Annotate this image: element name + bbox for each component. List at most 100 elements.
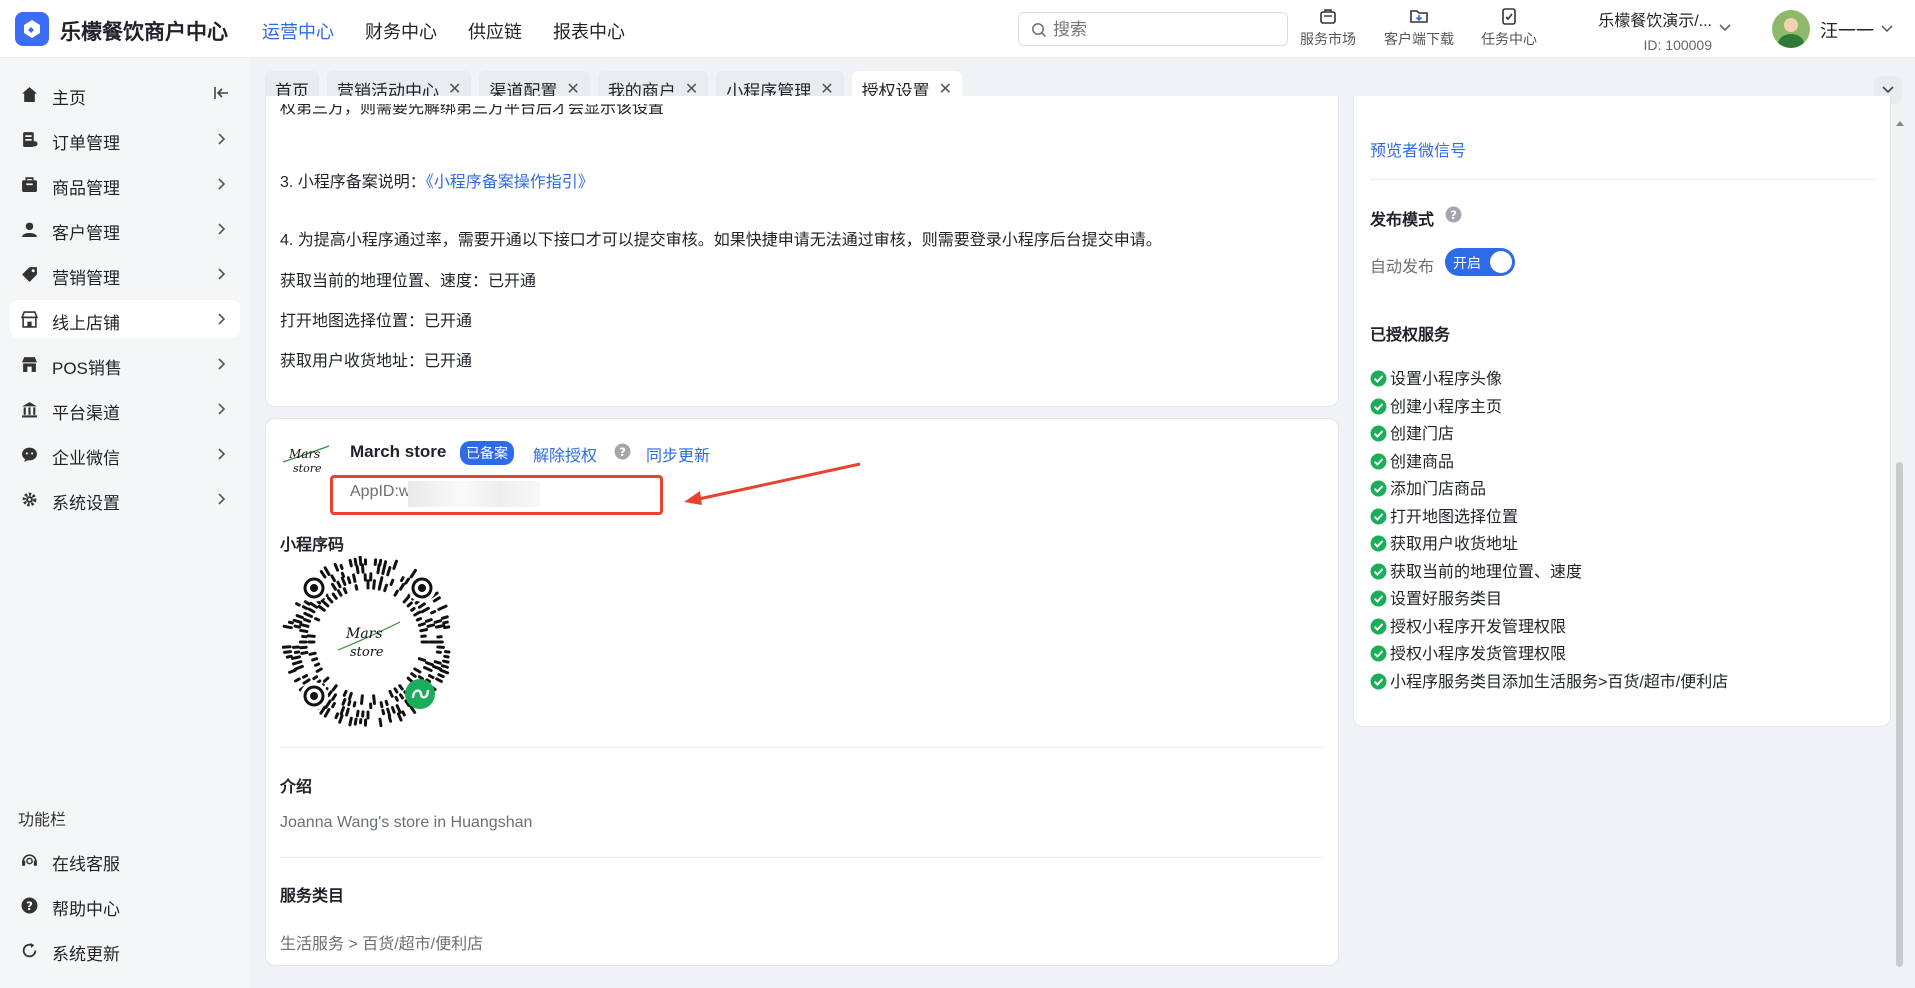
svg-text:?: ? <box>1450 208 1457 222</box>
authorized-service-item: 创建门店 <box>1370 420 1454 444</box>
sidebar-item-online-store[interactable]: 线上店铺 <box>10 300 240 338</box>
pos-icon <box>22 357 37 372</box>
auto-publish-toggle[interactable]: 开启 <box>1445 248 1515 276</box>
bank-icon <box>22 402 37 418</box>
sidebar-item-label: 系统设置 <box>52 494 120 513</box>
app-logo-icon[interactable] <box>15 12 49 46</box>
intro-text: Joanna Wang's store in Huangshan <box>280 814 533 831</box>
notes-cut-line: 权第三方，则需要先解绑第三方平台后才会显示该设置 <box>280 104 665 117</box>
scrollbar-thumb[interactable] <box>1896 462 1903 967</box>
interface-status: 打开地图选择位置：已开通 <box>280 313 473 330</box>
top-nav-supply[interactable]: 供应链 <box>468 18 522 44</box>
qr-code-title: 小程序码 <box>280 537 345 554</box>
sidebar-item-wechat-work[interactable]: 企业微信 <box>10 435 240 473</box>
sidebar-item-settings[interactable]: 系统设置 <box>10 480 240 518</box>
check-circle-icon <box>1370 370 1387 387</box>
divider <box>280 857 1324 858</box>
chevron-down-icon[interactable] <box>1880 21 1894 35</box>
chevron-right-icon <box>218 268 226 280</box>
help-icon[interactable]: ? <box>1445 206 1462 223</box>
search-input[interactable] <box>1053 19 1273 41</box>
authorized-service-item: 创建商品 <box>1370 448 1454 472</box>
wechat-work-icon <box>22 447 37 462</box>
authorized-service-item: 设置好服务类目 <box>1370 585 1502 609</box>
sidebar-tool-online-service[interactable]: 在线客服 <box>10 841 240 879</box>
auto-publish-label: 自动发布 <box>1370 259 1435 276</box>
client-download-button[interactable]: 客户端下载 <box>1384 6 1454 49</box>
service-market-button[interactable]: 服务市场 <box>1300 6 1356 49</box>
authorized-service-item: 打开地图选择位置 <box>1370 503 1518 527</box>
chevron-right-icon <box>218 358 226 370</box>
sidebar-item-orders[interactable]: 订单管理 <box>10 120 240 158</box>
merchant-id: ID: 100009 <box>1643 37 1713 53</box>
help-icon: ? <box>21 897 38 914</box>
authorized-services-title: 已授权服务 <box>1370 327 1451 344</box>
check-circle-icon <box>1370 618 1387 634</box>
check-circle-icon <box>1370 563 1387 579</box>
tag-icon <box>22 267 37 282</box>
app-title: 乐檬餐饮商户中心 <box>60 21 228 44</box>
user-name[interactable]: 汪一一 <box>1820 17 1874 43</box>
sidebar-item-pos[interactable]: POS销售 <box>10 345 240 383</box>
sidebar-item-platform[interactable]: 平台渠道 <box>10 390 240 428</box>
sidebar-item-goods[interactable]: 商品管理 <box>10 165 240 203</box>
authorized-service-item: 添加门店商品 <box>1370 475 1486 499</box>
goods-icon <box>22 177 37 192</box>
store-name: March store <box>350 442 447 461</box>
client-download-icon <box>1410 10 1428 23</box>
sidebar-item-customers[interactable]: 客户管理 <box>10 210 240 248</box>
task-center-label: 任务中心 <box>1481 31 1537 47</box>
chevron-down-icon <box>1882 86 1894 94</box>
svg-text:?: ? <box>619 445 626 459</box>
top-nav-ops[interactable]: 运营中心 <box>262 18 334 44</box>
service-market-icon <box>1320 9 1336 24</box>
sidebar-item-label: 营销管理 <box>52 269 120 288</box>
avatar[interactable] <box>1772 10 1810 48</box>
order-icon <box>23 132 38 147</box>
merchant-switcher[interactable]: 乐檬餐饮演示/... ID: 100009 <box>1586 7 1712 53</box>
task-center-icon <box>1502 8 1516 25</box>
search-box[interactable] <box>1018 12 1288 46</box>
sidebar-section-label: 功能栏 <box>18 812 67 829</box>
authorized-service-item: 设置小程序头像 <box>1370 365 1502 389</box>
merchant-name: 乐檬餐饮演示/... <box>1598 13 1712 30</box>
scroll-up-icon[interactable] <box>1895 119 1905 127</box>
filed-badge: 已备案 <box>460 441 514 465</box>
client-download-label: 客户端下载 <box>1384 31 1454 47</box>
check-circle-icon <box>1370 645 1387 662</box>
sidebar-item-label: 主页 <box>52 89 86 108</box>
sidebar-item-marketing[interactable]: 营销管理 <box>10 255 240 293</box>
top-bar: 乐檬餐饮商户中心 运营中心 财务中心 供应链 报表中心 服务市场 客户端下载 任… <box>0 0 1915 58</box>
sidebar-tool-label: 系统更新 <box>52 945 120 964</box>
authorized-service-item: 获取当前的地理位置、速度 <box>1370 558 1582 582</box>
chevron-right-icon <box>218 133 226 145</box>
sidebar-tool-update[interactable]: 系统更新 <box>10 931 240 969</box>
authorized-service-label: 获取当前的地理位置、速度 <box>1390 563 1583 581</box>
authorized-service-label: 添加门店商品 <box>1390 481 1487 498</box>
help-icon[interactable]: ? <box>614 443 631 460</box>
task-center-button[interactable]: 任务中心 <box>1481 6 1537 49</box>
check-circle-icon <box>1370 398 1387 414</box>
chevron-right-icon <box>218 448 226 460</box>
sidebar-tool-label: 在线客服 <box>52 855 120 874</box>
toggle-label: 开启 <box>1453 255 1481 271</box>
filing-guide-link[interactable]: 《小程序备案操作指引》 <box>426 174 594 191</box>
sidebar-tool-help[interactable]: ? 帮助中心 <box>10 886 240 924</box>
miniprogram-qr-code[interactable]: Mars store <box>282 556 454 728</box>
sidebar-item-label: 平台渠道 <box>52 404 120 423</box>
headset-icon <box>22 854 37 866</box>
authorized-service-label: 设置小程序头像 <box>1390 371 1503 388</box>
preview-wechat-link[interactable]: 预览者微信号 <box>1370 137 1466 161</box>
sidebar-item-home[interactable]: 主页 <box>10 75 240 113</box>
unauthorize-link[interactable]: 解除授权 <box>533 442 597 466</box>
top-nav-reports[interactable]: 报表中心 <box>553 18 625 44</box>
top-nav-finance[interactable]: 财务中心 <box>365 18 437 44</box>
top-nav: 运营中心 财务中心 供应链 报表中心 <box>262 18 656 44</box>
divider <box>280 747 1324 748</box>
authorized-service-item: 创建小程序主页 <box>1370 393 1502 417</box>
chevron-down-icon[interactable] <box>1718 20 1732 34</box>
sidebar-item-label: 客户管理 <box>52 224 120 243</box>
authorized-service-label: 授权小程序开发管理权限 <box>1390 618 1567 636</box>
toggle-knob <box>1490 251 1512 273</box>
chevron-right-icon <box>218 223 226 235</box>
